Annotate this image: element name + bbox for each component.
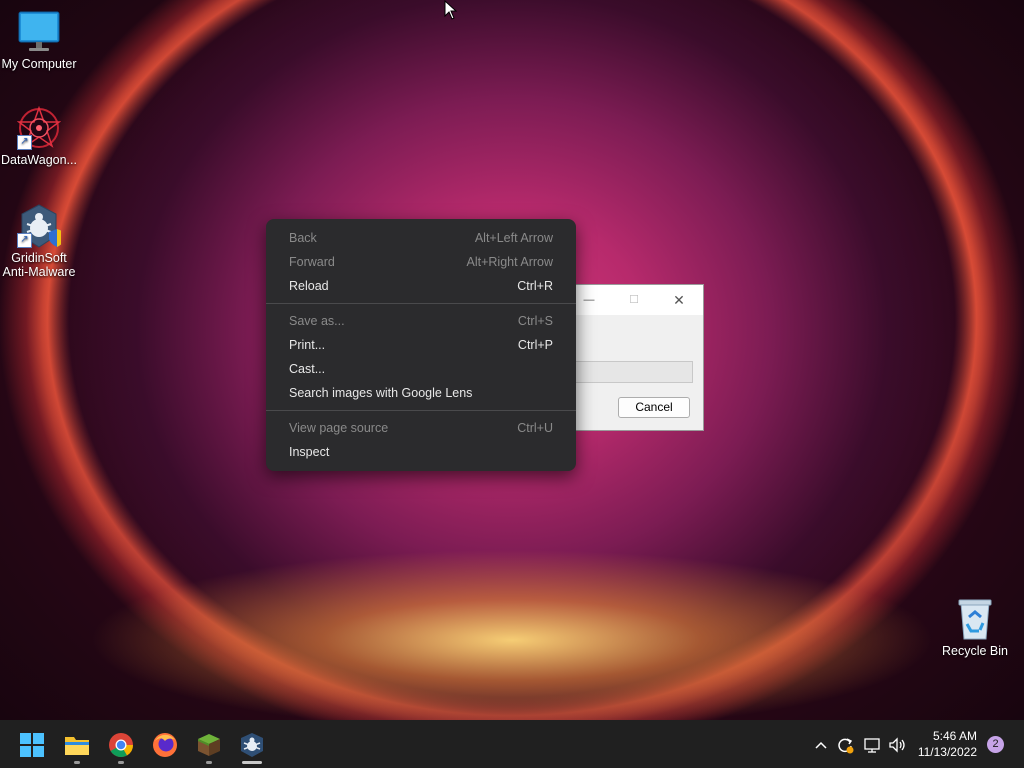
menu-item-shortcut: Alt+Right Arrow bbox=[466, 255, 554, 269]
monitor-icon bbox=[17, 10, 61, 54]
volume-icon[interactable] bbox=[887, 735, 907, 755]
datawagon-logo-icon: ↗ bbox=[16, 105, 62, 150]
dialog-input-field[interactable] bbox=[571, 361, 693, 383]
menu-item-label: View page source bbox=[289, 421, 389, 435]
running-indicator bbox=[206, 761, 212, 764]
menu-item-inspect[interactable]: Inspect bbox=[266, 440, 576, 464]
desktop-icon-datawagon[interactable]: ↗ DataWagon... bbox=[0, 105, 81, 167]
desktop-icon-recycle-bin[interactable]: Recycle Bin bbox=[933, 597, 1017, 658]
menu-separator bbox=[266, 303, 576, 304]
menu-item-label: Print... bbox=[289, 338, 326, 352]
desktop-icon-label: Recycle Bin bbox=[942, 644, 1008, 658]
clock-date[interactable]: 11/13/2022 bbox=[915, 745, 977, 760]
shortcut-arrow-icon: ↗ bbox=[17, 135, 32, 150]
menu-item-label: Save as... bbox=[289, 314, 345, 328]
desktop-icon-label: DataWagon... bbox=[1, 153, 77, 167]
context-menu: Back Alt+Left Arrow Forward Alt+Right Ar… bbox=[266, 219, 576, 471]
chrome-icon[interactable] bbox=[108, 732, 134, 758]
recycle-bin-icon bbox=[953, 597, 997, 641]
menu-item-shortcut: Alt+Left Arrow bbox=[474, 231, 553, 245]
menu-item-label: Inspect bbox=[289, 445, 330, 459]
dialog-titlebar: — ☐ ✕ bbox=[561, 285, 703, 315]
desktop-icon-gridinsoft[interactable]: ↗ GridinSoft Anti-Malware bbox=[0, 204, 81, 279]
cancel-button[interactable]: Cancel bbox=[618, 397, 690, 418]
menu-item-reload[interactable]: Reload Ctrl+R bbox=[266, 274, 576, 298]
menu-item-label: Cast... bbox=[289, 362, 326, 376]
menu-item-save-as[interactable]: Save as... Ctrl+S bbox=[266, 309, 576, 333]
network-icon[interactable] bbox=[862, 735, 882, 755]
close-icon[interactable]: ✕ bbox=[669, 291, 689, 309]
desktop-icon-label-line1: GridinSoft bbox=[11, 251, 67, 265]
update-icon[interactable] bbox=[835, 735, 855, 755]
menu-item-label: Back bbox=[289, 231, 317, 245]
menu-item-label: Search images with Google Lens bbox=[289, 386, 473, 400]
menu-item-forward[interactable]: Forward Alt+Right Arrow bbox=[266, 250, 576, 274]
menu-separator bbox=[266, 410, 576, 411]
running-indicator bbox=[74, 761, 80, 764]
menu-item-label: Forward bbox=[289, 255, 335, 269]
menu-item-view-source[interactable]: View page source Ctrl+U bbox=[266, 416, 576, 440]
maximize-icon[interactable]: ☐ bbox=[624, 291, 644, 309]
start-icon[interactable] bbox=[19, 732, 45, 758]
running-indicator bbox=[118, 761, 124, 764]
desktop-icon-label: My Computer bbox=[1, 57, 77, 71]
menu-item-label: Reload bbox=[289, 279, 329, 293]
desktop-icon-my-computer[interactable]: My Computer bbox=[0, 10, 81, 71]
firefox-icon[interactable] bbox=[152, 732, 178, 758]
menu-item-shortcut: Ctrl+P bbox=[517, 338, 553, 352]
clock-time[interactable]: 5:46 AM bbox=[915, 729, 977, 744]
file-explorer-icon[interactable] bbox=[64, 732, 90, 758]
menu-item-cast[interactable]: Cast... bbox=[266, 357, 576, 381]
menu-item-print[interactable]: Print... Ctrl+P bbox=[266, 333, 576, 357]
menu-item-google-lens[interactable]: Search images with Google Lens bbox=[266, 381, 576, 405]
minimize-icon[interactable]: — bbox=[579, 291, 599, 309]
mouse-cursor-icon bbox=[444, 0, 458, 20]
notification-badge[interactable]: 2 bbox=[987, 736, 1004, 753]
chevron-up-icon[interactable] bbox=[811, 735, 831, 755]
gridinsoft-taskbar-icon[interactable] bbox=[239, 732, 265, 758]
shortcut-arrow-icon: ↗ bbox=[17, 233, 32, 248]
menu-item-shortcut: Ctrl+U bbox=[517, 421, 553, 435]
active-indicator bbox=[242, 761, 262, 764]
minecraft-grass-block-icon[interactable] bbox=[196, 732, 222, 758]
desktop-icon-label-line2: Anti-Malware bbox=[2, 265, 76, 279]
menu-item-back[interactable]: Back Alt+Left Arrow bbox=[266, 226, 576, 250]
menu-item-shortcut: Ctrl+R bbox=[517, 279, 553, 293]
menu-item-shortcut: Ctrl+S bbox=[517, 314, 553, 328]
dialog-window: — ☐ ✕ Cancel bbox=[560, 284, 704, 431]
gridinsoft-bug-shield-icon: ↗ bbox=[17, 204, 65, 248]
